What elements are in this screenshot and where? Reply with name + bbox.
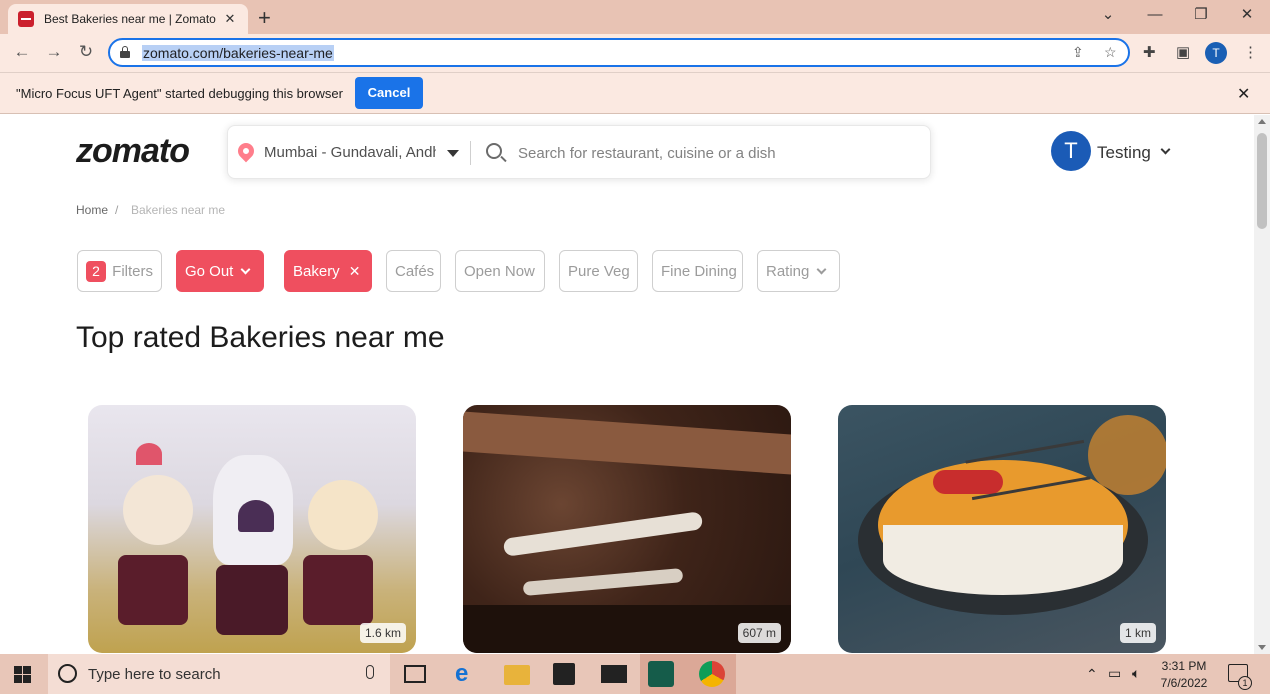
zomato-favicon-icon	[18, 11, 34, 27]
distance-badge: 607 m	[737, 623, 781, 643]
go-out-label: Go Out	[185, 262, 234, 280]
chevron-down-icon[interactable]	[1160, 144, 1171, 155]
filter-count-badge: 2	[86, 260, 107, 282]
microsoft-store-icon[interactable]	[553, 663, 575, 685]
chrome-icon[interactable]	[699, 661, 725, 687]
notification-count-badge: 1	[1238, 676, 1252, 690]
browser-tabstrip: Best Bakeries near me | Zomato ✕ + ⌄ — ❐…	[0, 0, 1270, 34]
chevron-down-icon	[816, 264, 827, 274]
filters-label: Filters	[112, 262, 153, 280]
distance-badge: 1 km	[1119, 623, 1156, 643]
search-icon	[486, 143, 502, 159]
address-bar[interactable]: zomato.com/bakeries-near-me ⇪ ☆	[108, 38, 1130, 67]
filters-button[interactable]: 2 Filters	[77, 250, 162, 292]
page-content: zomato Mumbai - Gundavali, Andh T Testin…	[0, 115, 1254, 654]
browser-tab[interactable]: Best Bakeries near me | Zomato ✕	[8, 4, 248, 34]
distance-badge: 1.6 km	[359, 623, 406, 643]
clock-date[interactable]: 7/6/2022	[1156, 676, 1212, 690]
restaurant-card-image[interactable]: 1 km	[838, 405, 1166, 653]
restaurant-card-image[interactable]: 607 m	[463, 405, 791, 653]
browser-profile-avatar[interactable]: T	[1205, 42, 1227, 64]
page-scrollbar[interactable]	[1254, 115, 1270, 654]
go-out-filter[interactable]: Go Out	[176, 250, 264, 292]
infobar-close-icon[interactable]: ✕	[1237, 84, 1250, 104]
share-icon[interactable]: ⇪	[1072, 44, 1084, 61]
windows-start-icon[interactable]	[14, 666, 31, 683]
rating-filter[interactable]: Rating	[757, 250, 840, 292]
mail-icon[interactable]	[601, 665, 627, 683]
taskbar-search-box[interactable]: Type here to search	[48, 654, 390, 694]
edge-browser-icon[interactable]: e	[455, 661, 481, 687]
windows-taskbar: Type here to search e ⌃ ▭ 🔈︎ 3:31 PM 7/6…	[0, 654, 1270, 694]
chevron-down-icon	[240, 264, 251, 274]
close-window-button[interactable]: ✕	[1224, 4, 1270, 26]
bookmark-star-icon[interactable]: ☆	[1104, 44, 1117, 61]
minimize-button[interactable]: —	[1132, 4, 1178, 26]
search-input[interactable]	[518, 142, 918, 164]
bakery-label: Bakery	[293, 262, 340, 280]
scrollbar-thumb[interactable]	[1257, 133, 1267, 229]
cafes-filter[interactable]: Cafés	[386, 250, 441, 292]
scroll-down-arrow-icon[interactable]	[1258, 645, 1266, 650]
scroll-up-arrow-icon[interactable]	[1258, 119, 1266, 124]
breadcrumb-current: Bakeries near me	[131, 203, 226, 217]
location-pin-icon	[234, 139, 258, 163]
open-now-filter[interactable]: Open Now	[455, 250, 545, 292]
task-view-icon[interactable]	[404, 665, 426, 683]
zomato-logo[interactable]: zomato	[76, 132, 190, 171]
rating-label: Rating	[766, 262, 810, 280]
breadcrumb-separator: /	[115, 203, 119, 217]
section-title: Top rated Bakeries near me	[76, 321, 445, 354]
user-avatar[interactable]: T	[1051, 131, 1091, 171]
new-tab-button[interactable]: +	[258, 5, 271, 31]
uft-agent-icon[interactable]	[648, 661, 674, 687]
bakery-filter[interactable]: Bakery ✕	[284, 250, 372, 292]
tab-close-icon[interactable]: ✕	[222, 11, 238, 27]
back-arrow-icon[interactable]: ←	[10, 42, 34, 62]
side-panel-icon[interactable]: ▣	[1176, 43, 1190, 61]
restaurant-card-image[interactable]: 1.6 km	[88, 405, 416, 653]
remove-filter-icon[interactable]: ✕	[349, 263, 361, 280]
menu-kebab-icon[interactable]: ⋮	[1243, 43, 1258, 61]
debug-infobar: "Micro Focus UFT Agent" started debuggin…	[0, 72, 1270, 114]
search-divider	[470, 141, 471, 165]
volume-icon[interactable]: 🔈︎	[1132, 665, 1140, 682]
tab-search-chevron-icon[interactable]: ⌄	[1085, 4, 1131, 26]
extensions-puzzle-icon[interactable]: ✚	[1143, 43, 1156, 61]
network-icon[interactable]: ▭	[1108, 665, 1121, 682]
url-text[interactable]: zomato.com/bakeries-near-me	[142, 45, 334, 61]
reload-icon[interactable]: ↻	[74, 42, 98, 62]
microphone-icon[interactable]	[366, 665, 374, 679]
caret-down-icon[interactable]	[447, 150, 459, 157]
lock-icon[interactable]	[120, 46, 130, 58]
restore-button[interactable]: ❐	[1178, 4, 1224, 26]
tab-title: Best Bakeries near me | Zomato	[44, 12, 216, 26]
infobar-message: "Micro Focus UFT Agent" started debuggin…	[16, 86, 343, 101]
clock-time[interactable]: 3:31 PM	[1156, 659, 1212, 673]
user-name[interactable]: Testing	[1097, 143, 1151, 163]
browser-toolbar: ← → ↻ zomato.com/bakeries-near-me ⇪ ☆ ✚ …	[0, 34, 1270, 72]
taskbar-search-placeholder: Type here to search	[88, 666, 221, 683]
search-bar: Mumbai - Gundavali, Andh	[227, 125, 931, 179]
breadcrumb-home[interactable]: Home	[76, 203, 108, 217]
cancel-debug-button[interactable]: Cancel	[355, 77, 423, 109]
location-selector[interactable]: Mumbai - Gundavali, Andh	[264, 144, 436, 161]
cortana-circle-icon	[58, 664, 77, 683]
file-explorer-icon[interactable]	[504, 665, 530, 685]
forward-arrow-icon[interactable]: →	[42, 42, 66, 62]
tray-chevron-up-icon[interactable]: ⌃	[1086, 666, 1098, 683]
fine-dining-filter[interactable]: Fine Dining	[652, 250, 743, 292]
pure-veg-filter[interactable]: Pure Veg	[559, 250, 638, 292]
